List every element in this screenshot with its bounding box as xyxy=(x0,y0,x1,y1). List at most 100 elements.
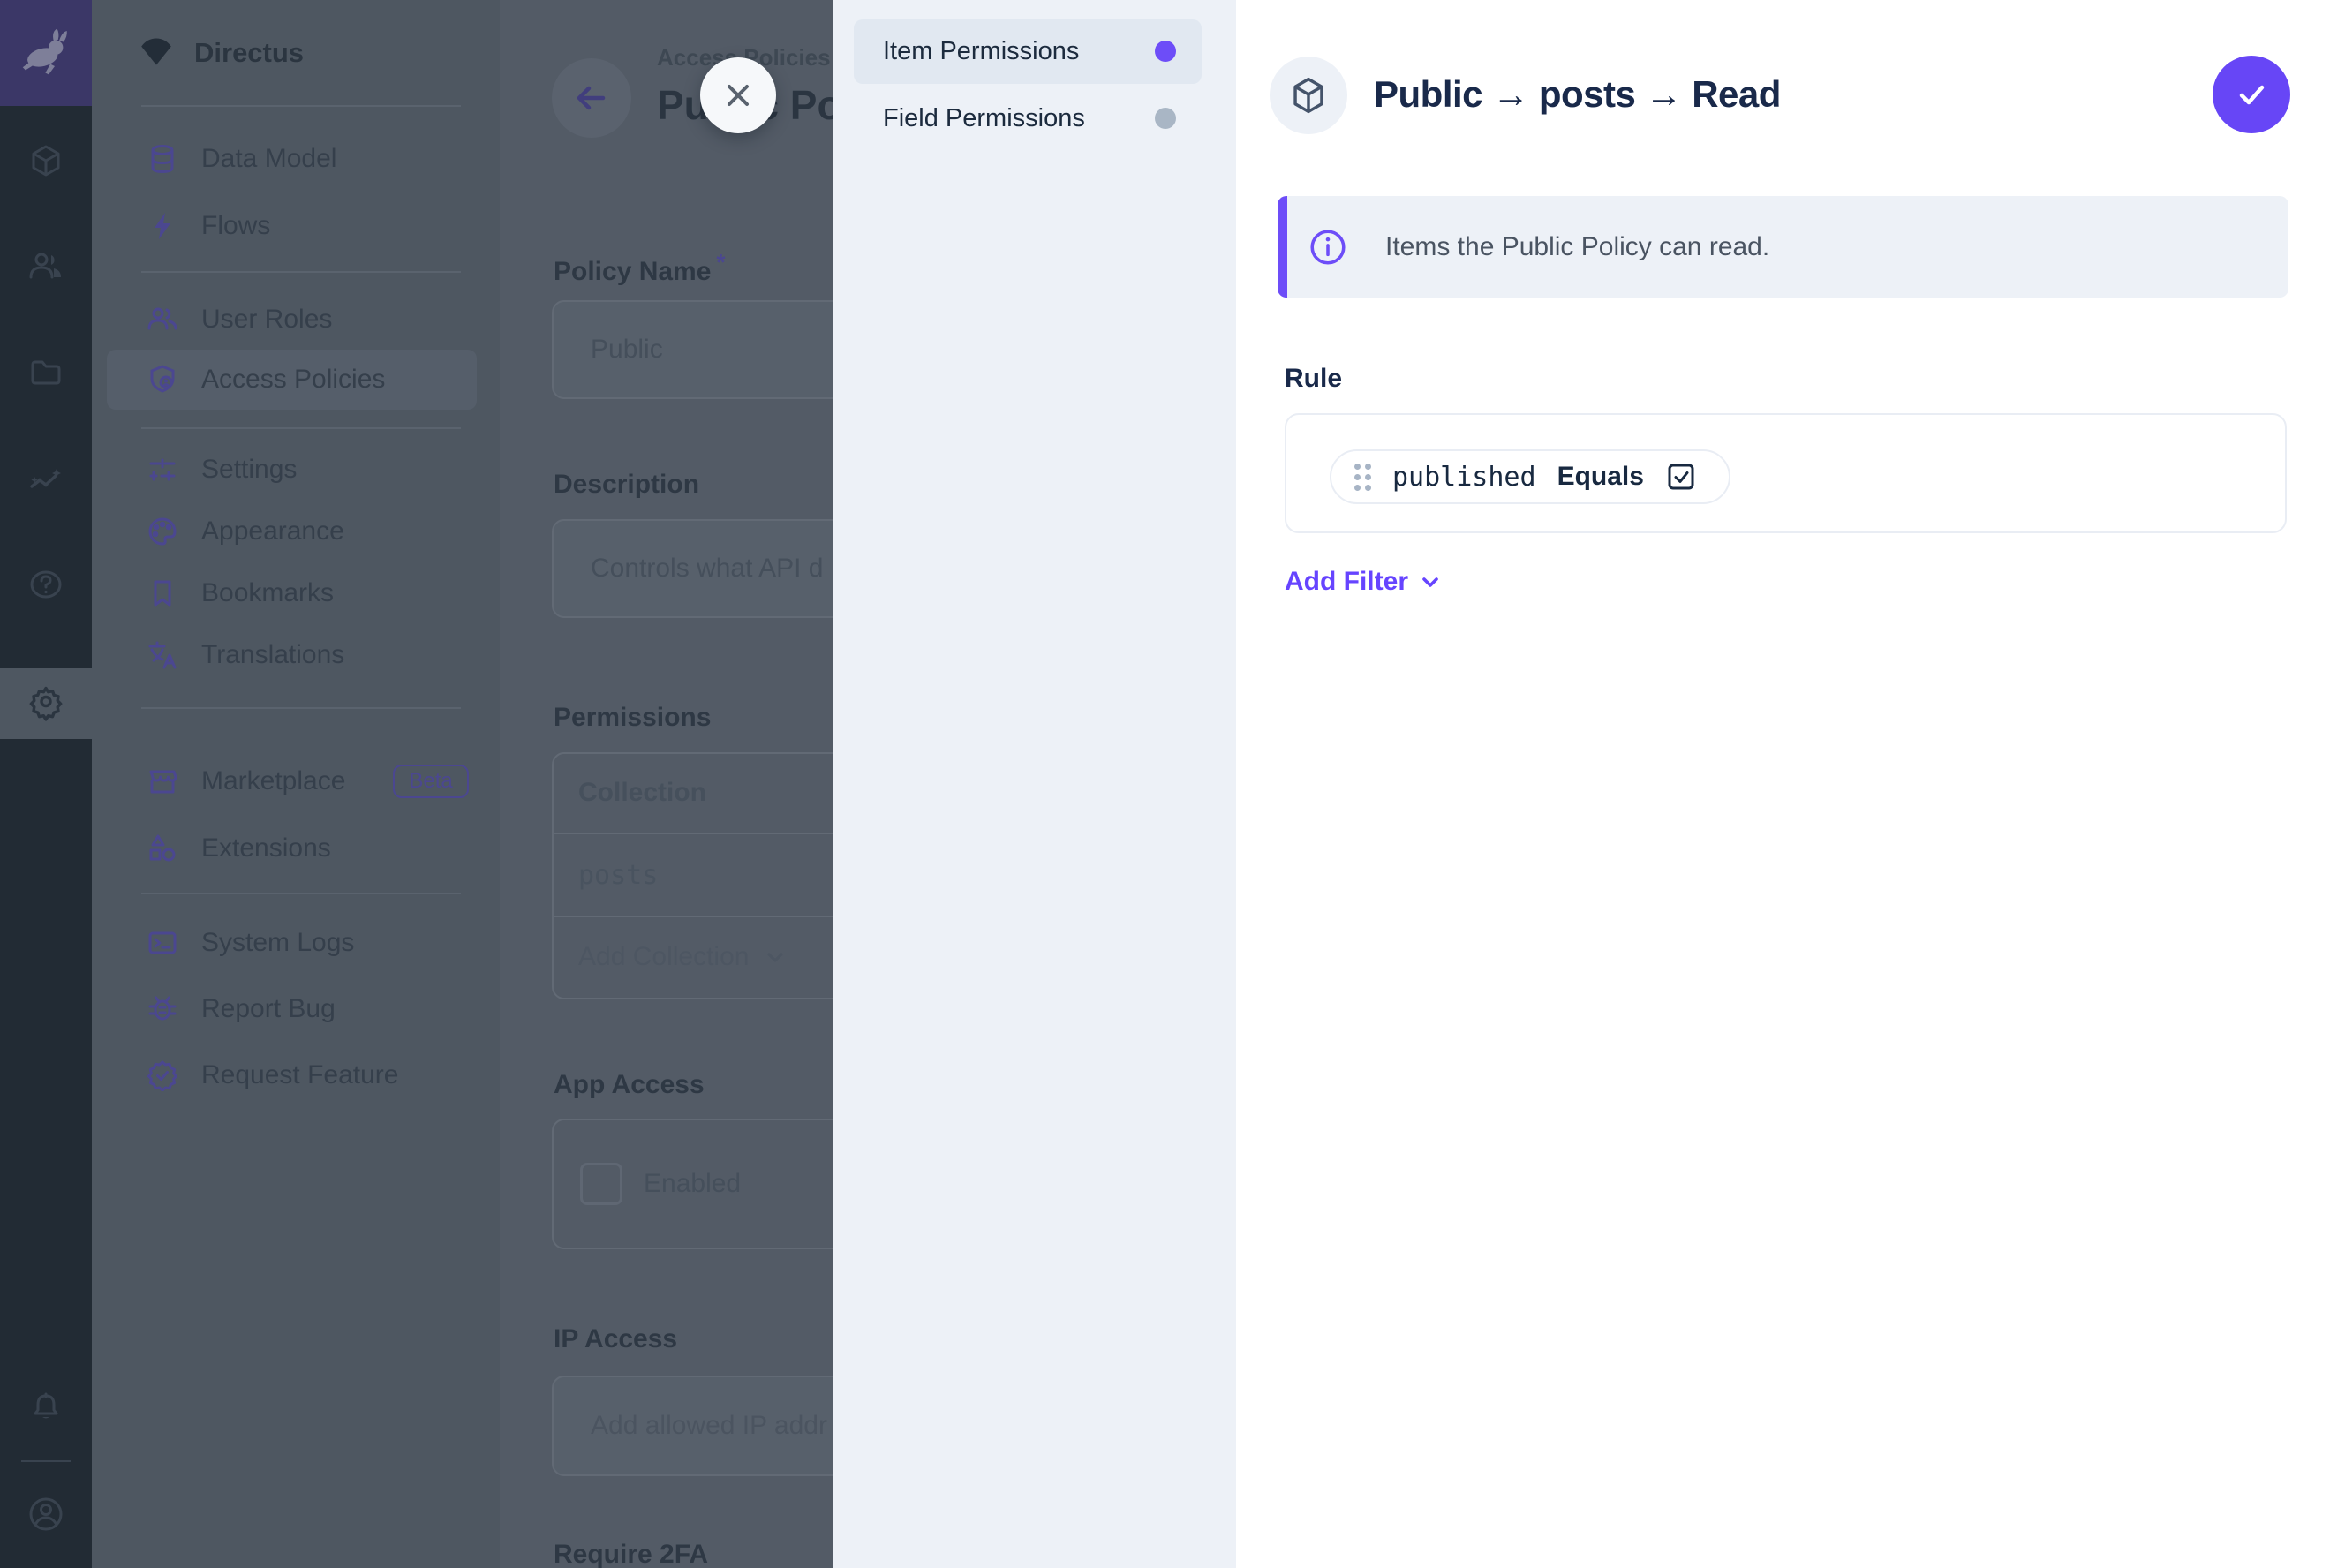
cube-icon xyxy=(1288,75,1329,116)
policy-name-input[interactable]: Public xyxy=(552,300,833,399)
collection-column-header: Collection xyxy=(578,778,706,808)
sidebar-item-translations[interactable]: Translations xyxy=(92,624,500,686)
directus-logo[interactable] xyxy=(0,0,92,106)
sidebar-item-label: Report Bug xyxy=(201,994,336,1024)
sidebar-item-label: Settings xyxy=(201,455,297,485)
enabled-checkbox[interactable] xyxy=(580,1163,622,1205)
module-help-icon[interactable] xyxy=(0,549,92,620)
tab-item-permissions[interactable]: Item Permissions xyxy=(883,37,1079,66)
enabled-label: Enabled xyxy=(644,1169,741,1199)
save-button[interactable] xyxy=(2213,56,2290,133)
tune-icon xyxy=(147,454,178,486)
arrow-left-icon xyxy=(571,78,612,118)
chevron-down-icon xyxy=(1417,569,1444,595)
sidebar-item-data-model[interactable]: Data Model xyxy=(92,128,500,190)
module-bar xyxy=(0,0,92,1568)
chevron-down-icon xyxy=(763,945,788,969)
sidebar-item-label: User Roles xyxy=(201,305,332,335)
rabbit-logo-icon xyxy=(19,26,72,79)
add-filter-button[interactable]: Add Filter xyxy=(1285,567,1444,597)
close-drawer-button[interactable] xyxy=(700,57,776,133)
drawer-title: Public → posts → Read xyxy=(1374,73,1781,116)
sidebar-item-bookmarks[interactable]: Bookmarks xyxy=(92,562,500,624)
module-settings-active[interactable] xyxy=(0,668,92,739)
bolt-icon xyxy=(147,210,178,242)
database-icon xyxy=(147,143,178,175)
tab-field-permissions[interactable]: Field Permissions xyxy=(883,104,1085,133)
sidebar-item-system-logs[interactable]: System Logs xyxy=(92,912,500,974)
terminal-icon xyxy=(147,927,178,959)
account-avatar-icon[interactable] xyxy=(0,1479,92,1549)
sidebar: Directus Data Model Flows User Roles xyxy=(92,0,500,1568)
sidebar-divider xyxy=(141,427,461,429)
back-button[interactable] xyxy=(552,58,631,138)
tab-label: Field Permissions xyxy=(883,104,1085,132)
shapes-icon xyxy=(147,833,178,864)
sidebar-item-settings[interactable]: Settings xyxy=(92,439,500,501)
checked-checkbox-icon[interactable] xyxy=(1665,461,1697,493)
module-content-icon[interactable] xyxy=(0,125,92,196)
bug-icon xyxy=(147,993,178,1025)
sidebar-item-user-roles[interactable]: User Roles xyxy=(92,289,500,351)
ip-access-placeholder: Add allowed IP addr xyxy=(591,1411,827,1441)
policy-name-label: Policy Name* xyxy=(554,249,726,287)
add-collection-row[interactable]: Add Collection xyxy=(552,916,833,998)
sidebar-item-report-bug[interactable]: Report Bug xyxy=(92,978,500,1040)
drag-handle-icon[interactable] xyxy=(1354,464,1371,491)
required-star: * xyxy=(716,249,725,275)
sidebar-item-appearance[interactable]: Appearance xyxy=(92,501,500,562)
add-filter-label: Add Filter xyxy=(1285,567,1408,597)
info-icon xyxy=(1308,227,1348,268)
filter-condition-pill[interactable]: published Equals xyxy=(1330,449,1730,504)
sidebar-item-flows[interactable]: Flows xyxy=(92,195,500,257)
item-permissions-status-dot xyxy=(1155,41,1176,62)
info-notice: Items the Public Policy can read. xyxy=(1278,196,2288,298)
check-icon xyxy=(2232,75,2271,114)
app-access-box: Enabled xyxy=(552,1119,833,1249)
directus-app: Directus Data Model Flows User Roles xyxy=(0,0,2345,1568)
shield-user-icon xyxy=(147,364,178,396)
tab-label: Item Permissions xyxy=(883,37,1079,65)
description-value: Controls what API d xyxy=(591,554,823,584)
close-icon xyxy=(720,78,756,113)
sidebar-item-extensions[interactable]: Extensions xyxy=(92,818,500,879)
sidebar-item-label: Request Feature xyxy=(201,1060,398,1090)
sidebar-divider xyxy=(141,271,461,273)
module-insights-icon[interactable] xyxy=(0,443,92,514)
rule-section-label: Rule xyxy=(1285,364,1342,394)
module-files-icon[interactable] xyxy=(0,337,92,408)
project-wedge-icon xyxy=(138,34,175,72)
bookmark-icon xyxy=(147,577,178,609)
gear-icon xyxy=(27,685,64,722)
translate-icon xyxy=(147,639,178,671)
sidebar-item-request-feature[interactable]: Request Feature xyxy=(92,1044,500,1106)
drawer-nav-panel: Item Permissions Field Permissions xyxy=(833,0,1236,1568)
project-name: Directus xyxy=(194,37,304,69)
sidebar-item-marketplace[interactable]: Marketplace Beta xyxy=(92,750,500,812)
sidebar-item-label: Translations xyxy=(201,640,344,670)
project-header[interactable]: Directus xyxy=(92,0,500,106)
notifications-bell-icon[interactable] xyxy=(0,1373,92,1444)
add-collection-label: Add Collection xyxy=(578,942,749,972)
ip-access-input[interactable]: Add allowed IP addr xyxy=(552,1376,833,1476)
notice-text: Items the Public Policy can read. xyxy=(1385,232,1769,262)
module-users-icon[interactable] xyxy=(0,231,92,302)
policy-name-value: Public xyxy=(591,335,663,365)
description-input[interactable]: Controls what API d xyxy=(552,519,833,618)
palette-icon xyxy=(147,516,178,547)
permission-drawer: Public → posts → Read Items the Public P… xyxy=(1236,0,2345,1568)
permissions-row-posts[interactable]: posts xyxy=(552,834,833,916)
sidebar-divider xyxy=(141,105,461,107)
sidebar-item-access-policies[interactable]: Access Policies xyxy=(92,349,500,411)
filter-field[interactable]: published xyxy=(1392,462,1536,493)
filter-operator[interactable]: Equals xyxy=(1557,462,1644,492)
permissions-header-row: Collection xyxy=(552,752,833,833)
ip-access-label: IP Access xyxy=(554,1324,677,1354)
sidebar-item-label: Extensions xyxy=(201,833,331,863)
badge-check-icon xyxy=(147,1059,178,1091)
sidebar-item-label: Data Model xyxy=(201,144,336,174)
require-2fa-label: Require 2FA xyxy=(554,1540,708,1568)
collection-value: posts xyxy=(578,860,658,891)
storefront-icon xyxy=(147,765,178,797)
field-permissions-status-dot xyxy=(1155,108,1176,129)
